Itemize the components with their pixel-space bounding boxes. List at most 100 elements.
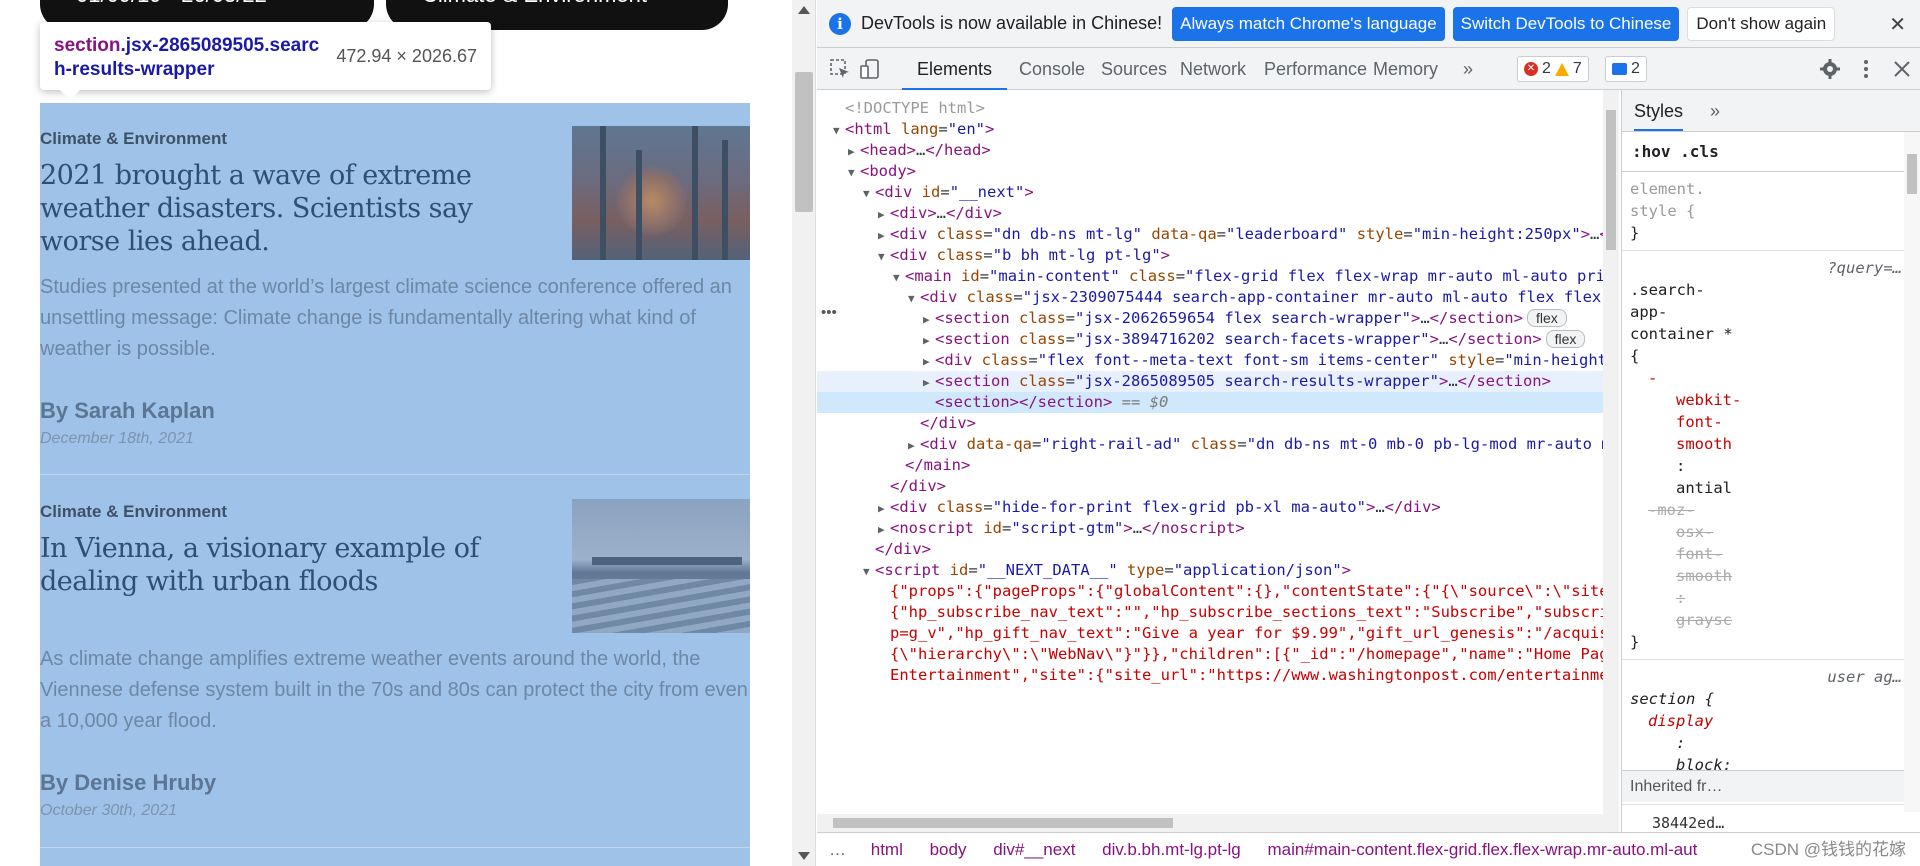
dom-node[interactable]: <section></section> == $0 — [817, 392, 1603, 413]
article-byline[interactable]: By Sarah Kaplan — [40, 398, 215, 424]
messages-badge[interactable]: 2 — [1605, 56, 1647, 82]
dom-node[interactable]: ▼ <html lang="en"> — [817, 119, 1603, 140]
dom-node[interactable]: {\"hierarchy\":\"WebNav\"}"}},"children"… — [817, 644, 1603, 665]
node-actions-ellipsis[interactable]: ••• — [821, 304, 837, 321]
dom-node[interactable]: ▶ <noscript id="script-gtm">…</noscript> — [817, 518, 1603, 539]
close-devtools-icon[interactable] — [1891, 58, 1913, 80]
dom-node[interactable]: ▶ <section class="jsx-3894716202 search-f… — [817, 329, 1603, 350]
article-kicker[interactable]: Climate & Environment — [40, 502, 227, 522]
dom-node[interactable]: </div> — [817, 539, 1603, 560]
dont-show-again-button[interactable]: Don't show again — [1687, 6, 1836, 41]
article-kicker[interactable]: Climate & Environment — [40, 129, 227, 149]
dom-node[interactable]: ▶ <div>…</div> — [817, 203, 1603, 224]
scrollbar-thumb[interactable] — [1606, 110, 1616, 250]
breadcrumb-overflow-icon[interactable]: … — [829, 840, 846, 859]
page-scrollbar[interactable] — [792, 0, 816, 866]
article-date: October 30th, 2021 — [40, 802, 177, 819]
tab-network[interactable]: Network — [1168, 48, 1258, 90]
dom-node[interactable]: ▶ <div class="hide-for-print flex-grid pb… — [817, 497, 1603, 518]
article-title[interactable]: 2021 brought a wave of extreme weather d… — [40, 159, 560, 258]
element-style-rule[interactable]: element. style { } — [1622, 172, 1920, 251]
dom-node[interactable]: ▼ <script id="__NEXT_DATA__" type="applic… — [817, 560, 1603, 581]
search-app-container-rule[interactable]: ?query=… .search- app- container * { - w… — [1622, 251, 1920, 660]
devtools-panel: i DevTools is now available in Chinese! … — [817, 0, 1920, 866]
scroll-down-arrow-icon[interactable] — [798, 852, 810, 860]
article-thumbnail-flood[interactable] — [572, 499, 750, 633]
close-infobar-icon[interactable]: ✕ — [1889, 12, 1906, 37]
inspect-element-icon[interactable] — [829, 58, 851, 80]
dom-tree[interactable]: <!DOCTYPE html> ▼ <html lang="en"> ▶ <head>…… — [817, 90, 1603, 814]
more-sidebar-tabs-button[interactable]: » — [1710, 101, 1720, 121]
dom-node[interactable]: {"props":{"pageProps":{"globalContent":{… — [817, 581, 1603, 602]
dom-node[interactable]: ▶ <div class="dn db-ns mt-lg" data-qa="le… — [817, 224, 1603, 245]
styles-filter-toggles[interactable]: :hov .cls — [1622, 132, 1920, 172]
dom-tree-vertical-scrollbar[interactable] — [1603, 90, 1619, 814]
dom-tree-horizontal-scrollbar[interactable] — [817, 814, 1619, 832]
article-description: Studies presented at the world’s largest… — [40, 276, 732, 360]
chevron-down-icon: ⌄ — [279, 0, 292, 4]
breadcrumb-item[interactable]: body — [930, 840, 967, 859]
kebab-menu-icon[interactable] — [1855, 58, 1877, 80]
dom-node[interactable]: {"hp_subscribe_nav_text":"","hp_subscrib… — [817, 602, 1603, 623]
dom-node[interactable]: ▶ <head>…</head> — [817, 140, 1603, 161]
tab-elements[interactable]: Elements — [902, 48, 1008, 90]
dom-node[interactable]: ▼ <body> — [817, 161, 1603, 182]
breadcrumb-item[interactable]: div.b.bh.mt-lg.pt-lg — [1102, 840, 1241, 859]
language-infobar: i DevTools is now available in Chinese! … — [817, 0, 1920, 48]
scrollbar-thumb[interactable] — [795, 72, 813, 212]
article-date: December 18th, 2021 — [40, 430, 194, 447]
dom-node[interactable]: Entertainment","site":{"site_url":"https… — [817, 665, 1603, 686]
article-title[interactable]: In Vienna, a visionary example of dealin… — [40, 532, 560, 598]
scroll-up-arrow-icon[interactable] — [798, 6, 810, 14]
infobar-message: DevTools is now available in Chinese! — [861, 13, 1163, 33]
device-toolbar-icon[interactable] — [859, 58, 881, 80]
tree-trunk — [636, 150, 642, 260]
devtools-tabbar: Elements Console Sources Network Perform… — [817, 48, 1920, 90]
breadcrumb-item[interactable]: main#main-content.flex-grid.flex.flex-wr… — [1267, 840, 1697, 859]
tab-performance[interactable]: Performance — [1252, 48, 1379, 90]
dom-node[interactable]: ▶ <section class="jsx-2062659654 flex sea… — [817, 308, 1603, 329]
dom-node[interactable]: ▼ <div class="b bh mt-lg pt-lg"> — [817, 245, 1603, 266]
article-card[interactable]: Climate & Environment In Vienna, a visio… — [40, 476, 750, 848]
tab-styles[interactable]: Styles — [1634, 101, 1684, 131]
warning-count: 7 — [1572, 60, 1582, 77]
section-filter-label: Climate & Environment — [422, 0, 647, 8]
dom-node[interactable]: ▼ <div id="__next"> — [817, 182, 1603, 203]
tab-memory[interactable]: Memory — [1361, 48, 1450, 90]
switch-language-button[interactable]: Switch DevTools to Chinese — [1452, 6, 1680, 41]
dom-node[interactable]: ▶ <div data-qa="right-rail-ad" class="dn … — [817, 434, 1603, 455]
styles-scrollbar[interactable] — [1904, 132, 1920, 812]
article-byline[interactable]: By Denise Hruby — [40, 770, 216, 796]
inherited-source-link[interactable]: 38442ed… — [1652, 814, 1724, 832]
dom-node[interactable]: <!DOCTYPE html> — [817, 98, 1603, 119]
dom-node[interactable]: ▼ <main id="main-content" class="flex-gri… — [817, 266, 1603, 287]
dom-node[interactable]: ▶ <div class="flex font--meta-text font-s… — [817, 350, 1603, 371]
styles-pane: Styles » :hov .cls element. style { } ?q… — [1621, 90, 1920, 832]
more-tabs-button[interactable]: » — [1457, 48, 1479, 90]
dom-node[interactable]: </main> — [817, 455, 1603, 476]
scrollbar-thumb[interactable] — [1907, 154, 1917, 194]
inspect-tooltip: section.jsx-2865089505.search-results-wr… — [40, 22, 491, 100]
tooltip-arrow — [60, 90, 80, 100]
dom-node[interactable]: p=g_v","hp_gift_nav_text":"Give a year f… — [817, 623, 1603, 644]
fire-glow — [617, 166, 687, 236]
rule-source-link[interactable]: ?query=… — [1630, 257, 1912, 279]
tooltip-size: 472.94 × 2026.67 — [336, 46, 477, 66]
breadcrumb-item[interactable]: html — [871, 840, 903, 859]
article-card[interactable]: Climate & Environment 2021 brought a wav… — [40, 103, 750, 475]
tab-console[interactable]: Console — [1007, 48, 1097, 90]
dom-node[interactable]: ▶ <section class="jsx-2865089505 search-r… — [817, 371, 1603, 392]
dom-node[interactable]: </div> — [817, 413, 1603, 434]
bridge-shape — [592, 557, 742, 565]
article-thumbnail-wildfire[interactable] — [572, 126, 750, 260]
issues-badge[interactable]: ✕ 2 7 — [1517, 56, 1589, 82]
dom-node[interactable]: </div> — [817, 476, 1603, 497]
dom-node[interactable]: ▼ <div class="jsx-2309075444 search-app-c… — [817, 287, 1603, 308]
match-language-button[interactable]: Always match Chrome's language — [1172, 6, 1445, 41]
tab-sources[interactable]: Sources — [1089, 48, 1179, 90]
inherited-from-header: Inherited fr… — [1622, 770, 1920, 802]
scrollbar-thumb[interactable] — [833, 818, 1173, 828]
gear-icon[interactable] — [1819, 58, 1841, 80]
breadcrumb-item[interactable]: div#__next — [993, 840, 1075, 859]
date-filter-label: 01/09/19 - 26/05/22 — [76, 0, 267, 8]
